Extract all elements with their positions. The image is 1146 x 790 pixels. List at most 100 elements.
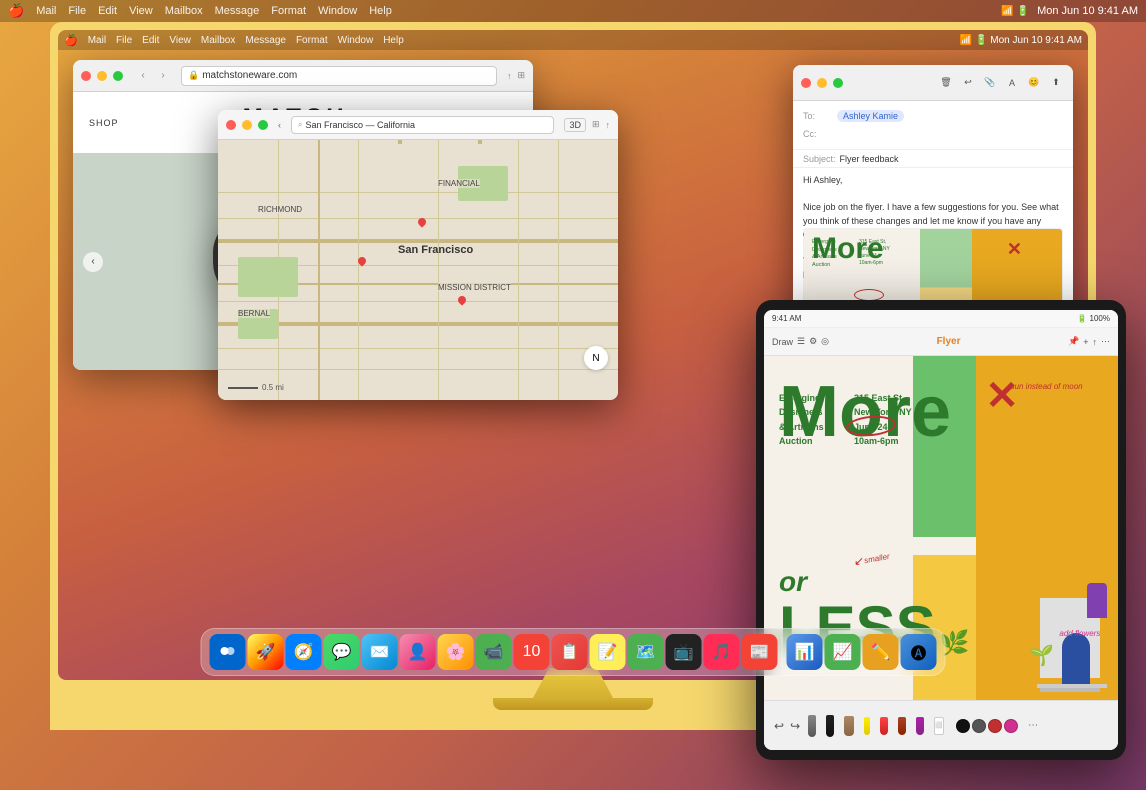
- dock-launchpad-icon[interactable]: 🚀: [248, 634, 284, 670]
- mail-send-button[interactable]: ⬆: [1047, 74, 1065, 92]
- dock-reminders-icon[interactable]: 📋: [552, 634, 588, 670]
- maps-share-button[interactable]: ↑: [606, 120, 611, 130]
- menubar-edit[interactable]: Edit: [98, 5, 117, 17]
- menubar-file[interactable]: File: [68, 5, 86, 17]
- mail-format-button[interactable]: A: [1003, 74, 1021, 92]
- ipad-color-black[interactable]: [956, 719, 970, 733]
- ipad-share-button[interactable]: ↑: [1093, 337, 1098, 347]
- dock-maps-icon[interactable]: 🗺️: [628, 634, 664, 670]
- ipad-pencil-tool[interactable]: [808, 715, 816, 737]
- ipad-arrow-annotation: ↙: [854, 554, 864, 568]
- safari-tab-icon[interactable]: ⊞: [517, 70, 525, 81]
- mail-attach-button[interactable]: 📎: [981, 74, 999, 92]
- safari-url-bar[interactable]: 🔒 matchstoneware.com: [181, 66, 497, 86]
- menubar-mailbox[interactable]: Mailbox: [165, 5, 203, 17]
- safari-minimize-button[interactable]: [97, 71, 107, 81]
- maps-search-bar[interactable]: ⌕ San Francisco — California: [291, 116, 554, 134]
- dock-appletv-icon[interactable]: 📺: [666, 634, 702, 670]
- ipad-marker-tool[interactable]: [844, 716, 854, 736]
- mail-to-recipient[interactable]: Ashley Kamie: [837, 110, 904, 122]
- safari-back-button[interactable]: ‹: [135, 68, 151, 84]
- safari-close-button[interactable]: [81, 71, 91, 81]
- screen-mail: Mail: [88, 35, 106, 46]
- ipad-overflow-button[interactable]: ⋯: [1101, 336, 1110, 347]
- menubar-window[interactable]: Window: [318, 5, 357, 17]
- ipad-screen[interactable]: 9:41 AM 🔋 100% Draw ☰ ⚙ ◎ Flyer 📌 + ↑ ⋯: [764, 310, 1118, 750]
- mail-close-button[interactable]: [801, 78, 811, 88]
- maps-window[interactable]: ‹ ⌕ San Francisco — California 3D ⊞ ↑: [218, 110, 618, 400]
- dock-calendar-icon[interactable]: 10: [514, 634, 550, 670]
- dock-grapher-icon[interactable]: ✏️: [863, 634, 899, 670]
- ipad-doc-title: Flyer: [835, 336, 1062, 347]
- mail-reply-button[interactable]: ↩: [959, 74, 977, 92]
- menubar-format[interactable]: Format: [271, 5, 306, 17]
- ipad-add-button[interactable]: +: [1083, 337, 1088, 347]
- ipad-red-pen-tool[interactable]: [880, 717, 888, 735]
- screen-help: Help: [383, 35, 404, 46]
- mail-body[interactable]: Hi Ashley, Nice job on the flyer. I have…: [793, 168, 1073, 228]
- dock-music-icon[interactable]: 🎵: [704, 634, 740, 670]
- ipad-pin-button[interactable]: 📌: [1068, 336, 1079, 347]
- ipad-redo-button[interactable]: ↪: [790, 719, 800, 733]
- dock-mail-icon[interactable]: ✉️: [362, 634, 398, 670]
- ipad-toolbar-right: 📌 + ↑ ⋯: [1068, 336, 1110, 347]
- mail-emoji-button[interactable]: 😊: [1025, 74, 1043, 92]
- screen-file: File: [116, 35, 132, 46]
- menubar-clock: Mon Jun 10 9:41 AM: [1037, 5, 1138, 17]
- mail-trash-button[interactable]: 🗑: [937, 74, 955, 92]
- ipad-undo-button[interactable]: ↩: [774, 719, 784, 733]
- mail-toolbar: 🗑 ↩ 📎 A 😊 ⬆: [793, 65, 1073, 101]
- maps-more-button[interactable]: ⊞: [592, 119, 600, 130]
- mail-minimize-button[interactable]: [817, 78, 827, 88]
- safari-fullscreen-button[interactable]: [113, 71, 123, 81]
- maps-toolbar: ‹ ⌕ San Francisco — California 3D ⊞ ↑: [218, 110, 618, 140]
- ipad-color-pink[interactable]: [1004, 719, 1018, 733]
- dock-messages-icon[interactable]: 💬: [324, 634, 360, 670]
- dock-keynote-icon[interactable]: 📊: [787, 634, 823, 670]
- maps-3d-button[interactable]: 3D: [564, 118, 586, 132]
- ipad-flyer-step2: [1040, 688, 1100, 692]
- ipad-list-button[interactable]: ☰: [797, 336, 805, 347]
- dock-appstore-icon[interactable]: 🅐: [901, 634, 937, 670]
- ipad-purple-pen-tool[interactable]: [916, 717, 924, 735]
- menubar-mail[interactable]: Mail: [36, 5, 56, 17]
- ipad-shape-button[interactable]: ◎: [821, 336, 829, 347]
- safari-forward-button[interactable]: ›: [155, 68, 171, 84]
- ipad-draw-button[interactable]: Draw: [772, 337, 793, 347]
- ipad-color-red[interactable]: [988, 719, 1002, 733]
- dock-safari-icon[interactable]: 🧭: [286, 634, 322, 670]
- apple-menu[interactable]: 🍎: [8, 3, 24, 19]
- dock-contacts-icon[interactable]: 👤: [400, 634, 436, 670]
- dock: 🚀 🧭 💬 ✉️ 👤 🌸 📹 10: [201, 628, 946, 676]
- dock-finder-icon[interactable]: [210, 634, 246, 670]
- mail-fullscreen-button[interactable]: [833, 78, 843, 88]
- ipad-color-more-button[interactable]: ⋯: [1028, 720, 1038, 731]
- ipad-pen-tool[interactable]: [826, 715, 834, 737]
- ipad-eraser-tool[interactable]: ⬜: [934, 717, 944, 735]
- menubar-message[interactable]: Message: [215, 5, 260, 17]
- ipad-gear-button[interactable]: ⚙: [809, 336, 817, 347]
- ipad-brown-pen-tool[interactable]: [898, 717, 906, 735]
- screen-format: Format: [296, 35, 328, 46]
- dock-numbers-icon[interactable]: 📈: [825, 634, 861, 670]
- menubar-view[interactable]: View: [129, 5, 153, 17]
- maps-close-button[interactable]: [226, 120, 236, 130]
- maps-fullscreen-button[interactable]: [258, 120, 268, 130]
- safari-share-icon[interactable]: ↑: [507, 71, 512, 81]
- dock-notes-icon[interactable]: 📝: [590, 634, 626, 670]
- ipad-color-gray[interactable]: [972, 719, 986, 733]
- dock-facetime-icon[interactable]: 📹: [476, 634, 512, 670]
- dock-news-icon[interactable]: 📰: [742, 634, 778, 670]
- ipad-status-bar: 9:41 AM 🔋 100%: [764, 310, 1118, 328]
- match-prev-button[interactable]: ‹: [83, 252, 103, 272]
- mail-subject-label: Subject:: [803, 154, 836, 164]
- dock-photos-icon[interactable]: 🌸: [438, 634, 474, 670]
- mail-to-row: To: Ashley Kamie: [803, 107, 1063, 125]
- maps-minimize-button[interactable]: [242, 120, 252, 130]
- maps-back-icon[interactable]: ‹: [278, 120, 281, 130]
- maps-map-area[interactable]: San Francisco FINANCIAL RICHMOND MISSION…: [218, 140, 618, 400]
- map-richmond-label: RICHMOND: [258, 205, 302, 214]
- menubar-help[interactable]: Help: [369, 5, 392, 17]
- ipad-highlighter-tool[interactable]: [864, 717, 870, 735]
- match-shop-nav[interactable]: SHOP: [89, 118, 119, 128]
